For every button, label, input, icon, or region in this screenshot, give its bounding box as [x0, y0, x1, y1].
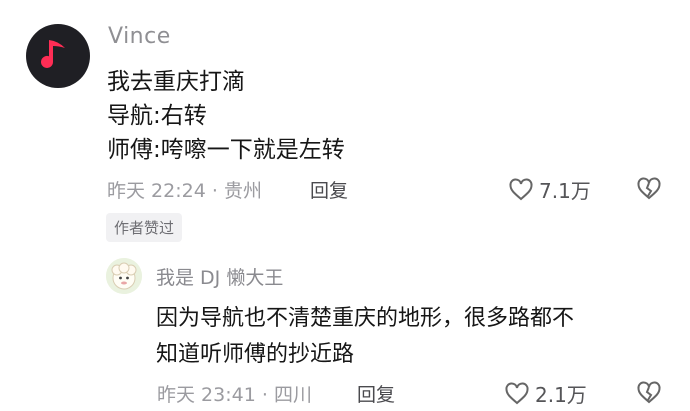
- reply-dislike-button[interactable]: [636, 381, 662, 409]
- meta-separator: ·: [211, 180, 224, 202]
- like-count: 7.1万: [539, 179, 591, 203]
- reply-button[interactable]: 回复: [310, 176, 348, 203]
- comment-username[interactable]: Vince: [108, 24, 171, 49]
- reply-time: 昨天 23:41: [157, 384, 256, 406]
- reply-text-line-2: 知道听师傅的抄近路: [156, 342, 355, 367]
- reply-avatar[interactable]: [106, 258, 142, 294]
- broken-heart-icon: [637, 381, 661, 404]
- reply-like-button[interactable]: 2.1万: [504, 379, 587, 408]
- heart-icon: [509, 177, 533, 200]
- comment-text-line-1: 我去重庆打滴: [107, 69, 245, 95]
- avatar[interactable]: [26, 24, 90, 88]
- meta-separator: ·: [261, 384, 274, 406]
- comment-location: 贵州: [223, 180, 262, 202]
- comment-meta: 昨天 22:24 · 贵州: [107, 176, 262, 203]
- music-note-icon: [41, 40, 65, 68]
- comment-text-line-3: 师傅:咵嚓一下就是左转: [107, 137, 345, 163]
- reply-like-count: 2.1万: [535, 383, 587, 407]
- reply-location: 四川: [273, 384, 312, 406]
- comment-text-line-2: 导航:右转: [107, 103, 207, 129]
- reply-reply-button[interactable]: 回复: [357, 380, 395, 407]
- reply-text-line-1: 因为导航也不清楚重庆的地形，很多路都不: [156, 306, 575, 331]
- heart-icon: [505, 381, 529, 404]
- broken-heart-icon: [637, 177, 661, 200]
- reply-username[interactable]: 我是 DJ 懒大王: [156, 263, 283, 290]
- comment-time: 昨天 22:24: [107, 180, 206, 202]
- author-liked-badge: 作者赞过: [106, 213, 183, 242]
- reply-meta: 昨天 23:41 · 四川: [157, 380, 312, 407]
- like-button[interactable]: 7.1万: [508, 175, 591, 204]
- comment-thread: Vince 我去重庆打滴 导航:右转 师傅:咵嚓一下就是左转 昨天 22:24 …: [0, 0, 690, 411]
- dislike-button[interactable]: [636, 177, 662, 205]
- sheep-cartoon-icon: [106, 258, 142, 294]
